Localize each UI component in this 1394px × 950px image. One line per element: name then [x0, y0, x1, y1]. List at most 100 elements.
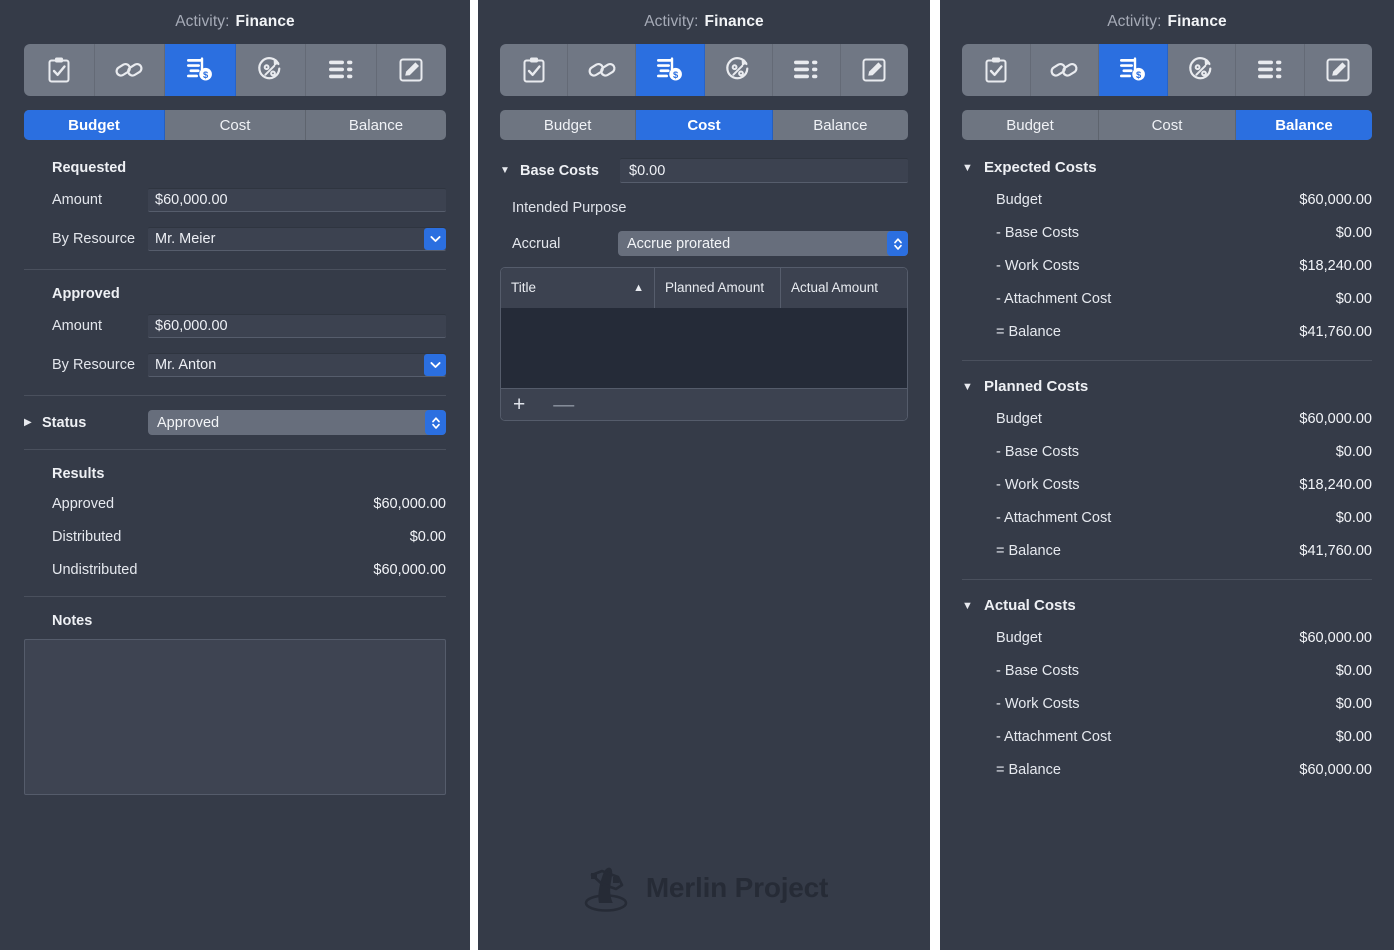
- base-costs-label: Base Costs: [520, 162, 599, 179]
- actual-base-costs-value: $0.00: [1335, 663, 1372, 679]
- balance-row: - Work Costs $0.00: [940, 696, 1394, 712]
- toolbar-button-notes[interactable]: [377, 44, 447, 96]
- status-label: Status: [42, 414, 87, 431]
- requested-by-resource-combobox[interactable]: Mr. Meier: [148, 227, 446, 251]
- clipboard-check-icon: [48, 57, 70, 83]
- tab-balance[interactable]: Balance: [306, 110, 446, 140]
- toolbar-button-progress[interactable]: [236, 44, 306, 96]
- balance-row: - Attachment Cost $0.00: [940, 510, 1394, 526]
- accrual-popup-button[interactable]: Accrue prorated: [618, 231, 908, 256]
- tab-balance[interactable]: Balance: [1236, 110, 1372, 140]
- balance-row: = Balance $41,760.00: [940, 543, 1394, 559]
- table-column-header-title-label: Title: [511, 280, 537, 296]
- table-body-empty[interactable]: [501, 308, 907, 388]
- toolbar-button-resources[interactable]: [306, 44, 377, 96]
- disclosure-triangle-collapsed-icon[interactable]: ▶: [24, 417, 42, 428]
- base-costs-input[interactable]: $0.00: [620, 158, 908, 183]
- svg-text:$: $: [203, 69, 209, 80]
- table-column-header-planned-amount[interactable]: Planned Amount: [655, 268, 781, 308]
- window-title: Activity: Finance: [0, 0, 470, 40]
- accrual-label: Accrual: [512, 235, 561, 252]
- panel-gap-1: [470, 0, 478, 950]
- table-column-header-actual-amount[interactable]: Actual Amount: [781, 268, 907, 308]
- chevron-down-icon[interactable]: [424, 354, 446, 376]
- sort-ascending-icon: ▲: [633, 281, 644, 294]
- budget-cost-balance-tabs: Budget Cost Balance: [962, 110, 1372, 140]
- tab-cost[interactable]: Cost: [165, 110, 306, 140]
- tab-budget[interactable]: Budget: [24, 110, 165, 140]
- results-row: Undistributed $60,000.00: [0, 562, 470, 578]
- approved-amount-label: Amount: [52, 318, 102, 334]
- tab-balance[interactable]: Balance: [773, 110, 908, 140]
- approved-by-resource-combobox[interactable]: Mr. Anton: [148, 353, 446, 377]
- table-column-header-title[interactable]: Title ▲: [501, 268, 655, 308]
- toolbar-button-finance[interactable]: $: [636, 44, 705, 96]
- toolbar-button-progress[interactable]: [1168, 44, 1236, 96]
- table-header-row: Title ▲ Planned Amount Actual Amount: [501, 268, 907, 308]
- requested-amount-input[interactable]: $60,000.00: [148, 188, 446, 212]
- approved-amount-row: Amount $60,000.00: [0, 314, 470, 338]
- requested-by-resource-row: By Resource Mr. Meier: [0, 227, 470, 251]
- balance-row: - Work Costs $18,240.00: [940, 477, 1394, 493]
- expected-work-costs-label: - Work Costs: [996, 258, 1080, 274]
- tab-budget[interactable]: Budget: [500, 110, 637, 140]
- window-title-label: Activity:: [644, 13, 699, 30]
- actual-budget-label: Budget: [996, 630, 1042, 646]
- tab-cost[interactable]: Cost: [636, 110, 773, 140]
- tab-cost[interactable]: Cost: [1099, 110, 1236, 140]
- chevron-down-icon[interactable]: [424, 228, 446, 250]
- divider-expected-planned: [962, 360, 1372, 361]
- inspector-icon-toolbar: $: [500, 44, 908, 96]
- actual-base-costs-label: - Base Costs: [996, 663, 1079, 679]
- clipboard-check-icon: [523, 57, 545, 83]
- up-down-chevrons-icon[interactable]: [887, 231, 908, 256]
- toolbar-button-resources[interactable]: [773, 44, 841, 96]
- group-header-planned-costs[interactable]: ▼ Planned Costs: [940, 378, 1394, 395]
- group-header-actual-costs[interactable]: ▼ Actual Costs: [940, 597, 1394, 614]
- window-title-value: Finance: [235, 13, 295, 30]
- status-popup-button[interactable]: Approved: [148, 410, 446, 435]
- panel-cost: Activity: Finance $ Budget Cost Balance …: [478, 0, 930, 950]
- finance-inspector-window: Activity: Finance $ Budget Cost Balance …: [0, 0, 1394, 950]
- divider-1: [24, 269, 446, 270]
- toolbar-button-info[interactable]: [500, 44, 569, 96]
- svg-text:$: $: [673, 69, 679, 80]
- toolbar-button-dependencies[interactable]: [568, 44, 637, 96]
- tab-budget[interactable]: Budget: [962, 110, 1099, 140]
- remove-row-button[interactable]: —: [553, 394, 574, 415]
- disclosure-triangle-expanded-icon[interactable]: ▼: [962, 600, 984, 612]
- up-down-chevrons-icon[interactable]: [425, 410, 446, 435]
- disclosure-triangle-expanded-icon[interactable]: ▼: [962, 162, 984, 174]
- pencil-square-icon: [862, 58, 886, 82]
- budget-cost-balance-tabs: Budget Cost Balance: [24, 110, 446, 140]
- toolbar-button-resources[interactable]: [1236, 44, 1305, 96]
- expected-attachment-cost-label: - Attachment Cost: [996, 291, 1112, 307]
- toolbar-button-dependencies[interactable]: [95, 44, 165, 96]
- toolbar-button-notes[interactable]: [1305, 44, 1373, 96]
- table-footer-toolbar: + —: [501, 388, 907, 420]
- results-undistributed-value: $60,000.00: [373, 562, 446, 578]
- toolbar-button-notes[interactable]: [841, 44, 908, 96]
- disclosure-triangle-expanded-icon[interactable]: ▼: [500, 165, 520, 176]
- toolbar-button-info[interactable]: [24, 44, 95, 96]
- notes-textarea[interactable]: [24, 639, 446, 795]
- toolbar-button-finance[interactable]: $: [165, 44, 236, 96]
- balance-row: - Attachment Cost $0.00: [940, 291, 1394, 307]
- disclosure-triangle-expanded-icon[interactable]: ▼: [962, 381, 984, 393]
- toolbar-button-finance[interactable]: $: [1099, 44, 1168, 96]
- panel-balance: Activity: Finance $ Budget Cost Balance …: [940, 0, 1394, 950]
- results-row: Distributed $0.00: [0, 529, 470, 545]
- list-bars-icon: [328, 60, 353, 79]
- balance-row: - Base Costs $0.00: [940, 444, 1394, 460]
- balance-row: - Base Costs $0.00: [940, 225, 1394, 241]
- planned-work-costs-label: - Work Costs: [996, 477, 1080, 493]
- add-row-button[interactable]: +: [513, 394, 525, 415]
- accrual-row: Accrual Accrue prorated: [478, 231, 930, 256]
- approved-amount-input[interactable]: $60,000.00: [148, 314, 446, 338]
- divider-planned-actual: [962, 579, 1372, 580]
- requested-heading: Requested: [52, 160, 127, 176]
- toolbar-button-info[interactable]: [962, 44, 1031, 96]
- toolbar-button-progress[interactable]: [705, 44, 773, 96]
- toolbar-button-dependencies[interactable]: [1031, 44, 1099, 96]
- group-header-expected-costs[interactable]: ▼ Expected Costs: [940, 159, 1394, 176]
